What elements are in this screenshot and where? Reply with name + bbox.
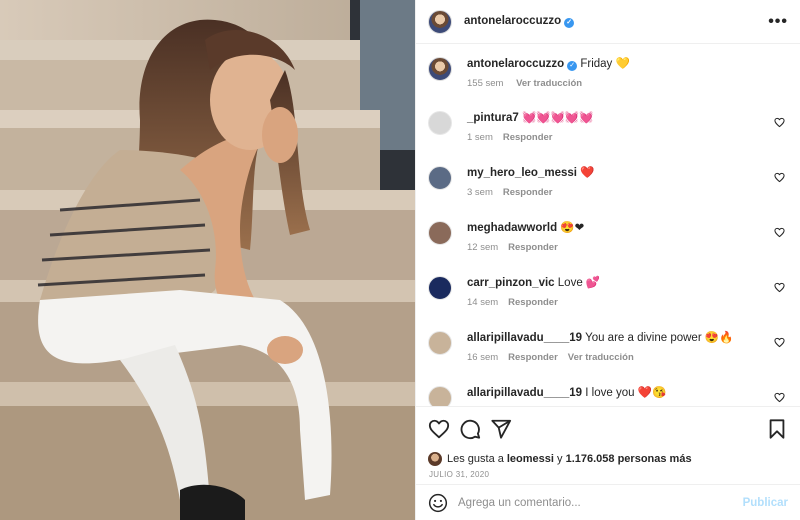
- comment-like-heart-icon[interactable]: [774, 392, 785, 403]
- likes-prefix: Les gusta a: [447, 453, 504, 465]
- verified-badge-icon: ✓: [567, 61, 578, 71]
- commenter-username[interactable]: _pintura7: [467, 112, 519, 124]
- commenter-username[interactable]: allaripillavadu____19: [467, 387, 582, 399]
- commenter-username[interactable]: carr_pinzon_vic: [467, 277, 555, 289]
- comment-row: allaripillavadu____19 You are a divine p…: [428, 331, 788, 363]
- comment-like-heart-icon[interactable]: [774, 117, 785, 128]
- publish-button[interactable]: Publicar: [743, 497, 788, 509]
- comment-time[interactable]: 3 sem: [467, 187, 493, 198]
- comment-action[interactable]: Responder: [508, 352, 558, 363]
- author-username[interactable]: antonelaroccuzzo ✓: [464, 15, 575, 28]
- comment-like-heart-icon[interactable]: [774, 172, 785, 183]
- author-avatar[interactable]: [428, 9, 452, 34]
- comment-time[interactable]: 14 sem: [467, 297, 498, 308]
- post-header: antonelaroccuzzo ✓ •••: [416, 0, 800, 44]
- comment-action[interactable]: Responder: [503, 187, 553, 198]
- comment-text: Love 💕: [557, 277, 601, 289]
- commenter-avatar[interactable]: [428, 111, 452, 135]
- commenter-username[interactable]: meghadawworld: [467, 222, 557, 234]
- caption-avatar[interactable]: [428, 57, 452, 81]
- comment-row: meghadawworld 😍❤ 12 sem Responder: [428, 221, 788, 253]
- commenter-avatar[interactable]: [428, 221, 452, 245]
- comment-text: 💓💓💓💓💓: [521, 112, 594, 124]
- commenter-avatar[interactable]: [428, 331, 452, 355]
- comment-row: allaripillavadu____19 I love you ❤️😘 16 …: [428, 386, 788, 406]
- comment-action[interactable]: Responder: [508, 297, 558, 308]
- comment-row: my_hero_leo_messi ❤️ 3 sem Responder: [428, 166, 788, 198]
- liker-avatar[interactable]: [428, 452, 442, 466]
- comment-text: You are a divine power 😍🔥: [585, 332, 734, 344]
- comment-icon[interactable]: [459, 418, 481, 440]
- caption-translate-link[interactable]: Ver traducción: [516, 78, 582, 89]
- likes-user[interactable]: leomessi: [507, 453, 554, 465]
- caption-row: antonelaroccuzzo ✓ Friday 💛 155 sem Ver t…: [428, 57, 788, 89]
- comment-like-heart-icon[interactable]: [774, 282, 785, 293]
- comment-time[interactable]: 12 sem: [467, 242, 498, 253]
- verified-badge-icon: ✓: [564, 18, 575, 28]
- comment-action[interactable]: Ver traducción: [568, 352, 634, 363]
- comment-action[interactable]: Responder: [508, 242, 558, 253]
- commenter-username[interactable]: allaripillavadu____19: [467, 332, 582, 344]
- post-side-panel: antonelaroccuzzo ✓ ••• antonelaroccuzzo ✓ …: [415, 0, 800, 520]
- likes-middle: y: [553, 453, 566, 465]
- caption-time[interactable]: 155 sem: [467, 78, 503, 89]
- post-photo[interactable]: [0, 0, 415, 520]
- comment-time[interactable]: 1 sem: [467, 132, 493, 143]
- comment-like-heart-icon[interactable]: [774, 337, 785, 348]
- comment-action[interactable]: Responder: [503, 132, 553, 143]
- comment-time[interactable]: 16 sem: [467, 352, 498, 363]
- likes-count[interactable]: 1.176.058 personas más: [566, 453, 692, 465]
- caption-text: Friday 💛: [580, 58, 630, 70]
- comment-like-heart-icon[interactable]: [774, 227, 785, 238]
- emoji-icon[interactable]: [428, 493, 448, 513]
- share-icon[interactable]: [490, 418, 512, 440]
- comment-text: I love you ❤️😘: [585, 387, 667, 399]
- post-date: JULIO 31, 2020: [429, 470, 490, 479]
- bookmark-icon[interactable]: [766, 418, 788, 440]
- commenter-avatar[interactable]: [428, 386, 452, 406]
- commenter-avatar[interactable]: [428, 276, 452, 300]
- photo-illustration: [0, 0, 415, 520]
- commenter-username[interactable]: my_hero_leo_messi: [467, 167, 577, 179]
- commenter-avatar[interactable]: [428, 166, 452, 190]
- comments-list: antonelaroccuzzo ✓ Friday 💛 155 sem Ver t…: [416, 44, 800, 406]
- likes-summary: Les gusta a leomessi y 1.176.058 persona…: [416, 450, 800, 468]
- comment-input[interactable]: [458, 496, 743, 509]
- comment-row: _pintura7 💓💓💓💓💓 1 sem Responder: [428, 111, 788, 143]
- heart-icon[interactable]: [428, 418, 450, 440]
- comment-text: ❤️: [580, 167, 595, 179]
- post-actions-bar: [416, 406, 800, 450]
- caption-username[interactable]: antonelaroccuzzo: [467, 58, 564, 70]
- comment-row: carr_pinzon_vic Love 💕 14 sem Responder: [428, 276, 788, 308]
- instagram-post: antonelaroccuzzo ✓ ••• antonelaroccuzzo ✓ …: [0, 0, 800, 520]
- comment-text: 😍❤: [560, 222, 585, 234]
- add-comment-bar: Publicar: [416, 484, 800, 520]
- more-options-icon[interactable]: •••: [768, 13, 788, 31]
